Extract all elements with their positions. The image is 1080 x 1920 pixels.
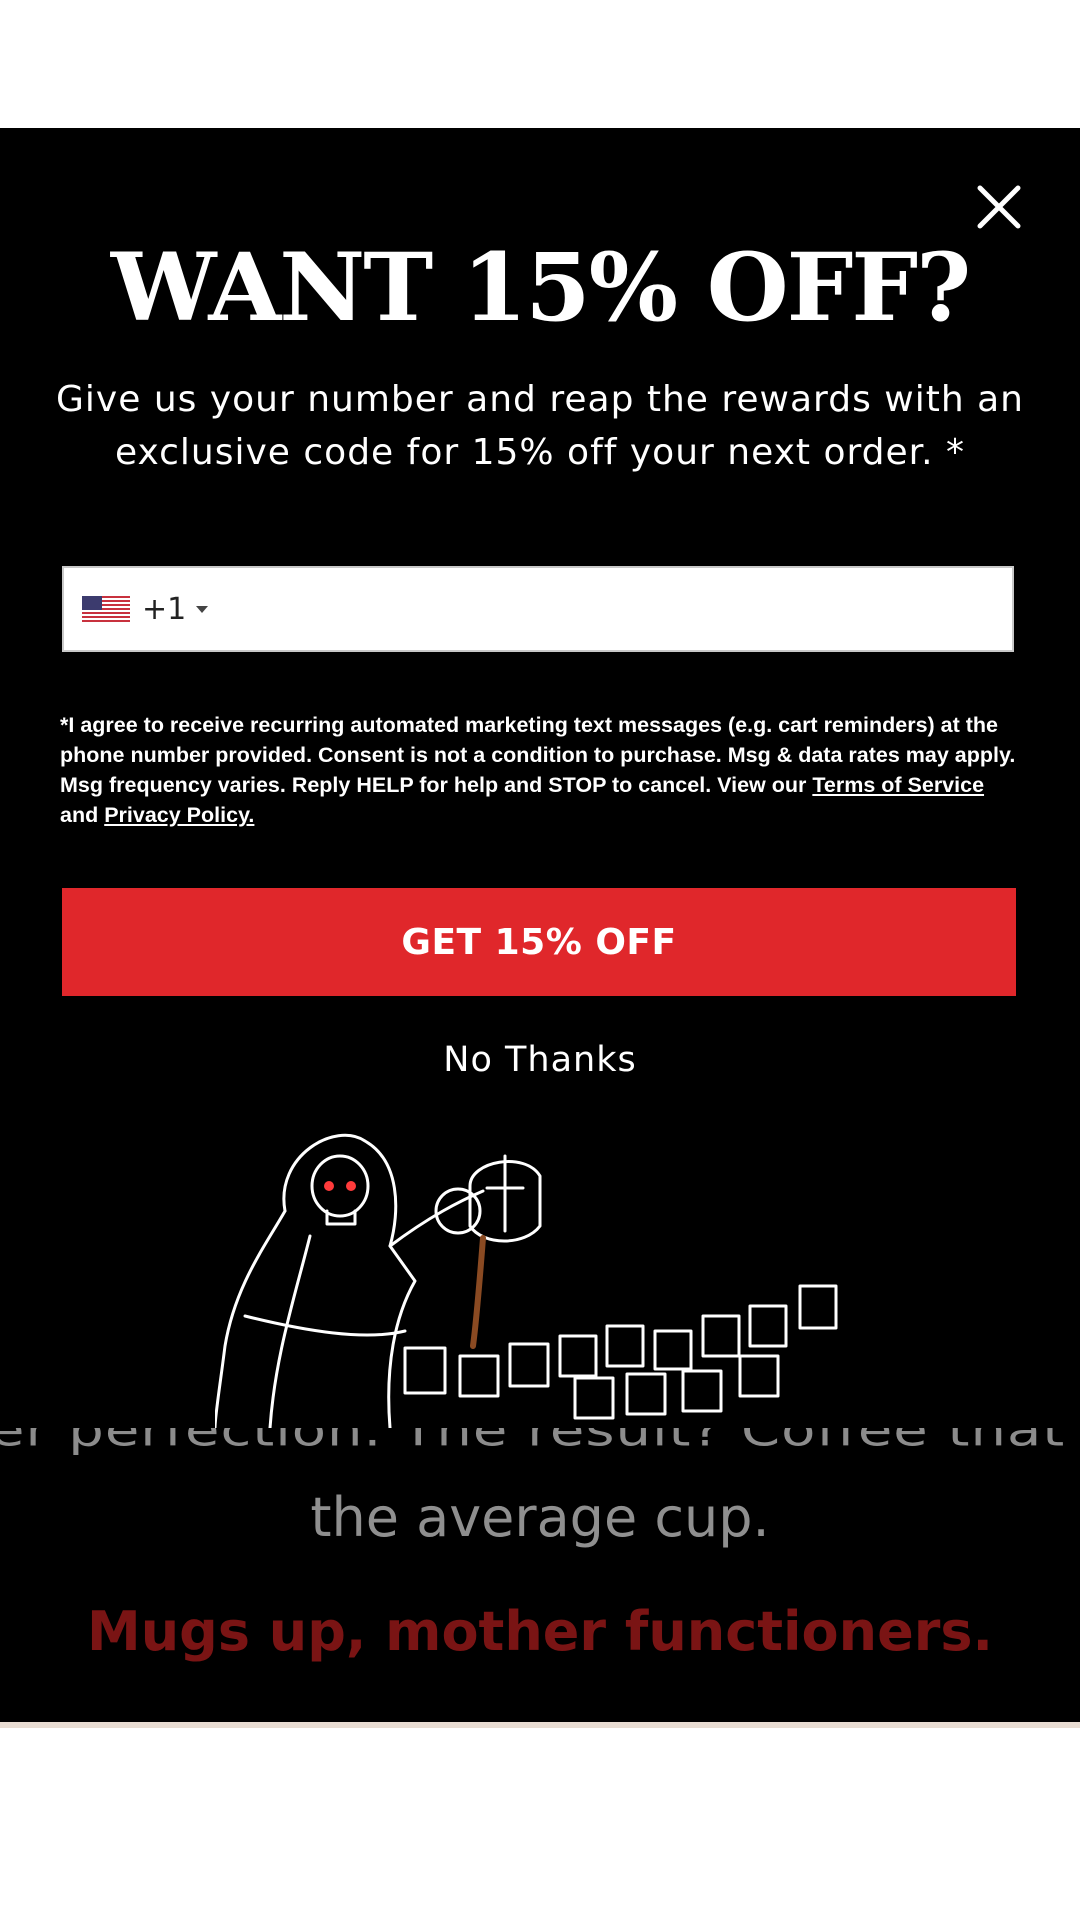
- sms-signup-popup: WANT 15% OFF? Give us your number and re…: [0, 128, 1080, 1428]
- dial-code: +1: [142, 591, 187, 627]
- popup-title: WANT 15% OFF?: [110, 233, 971, 343]
- close-icon: [977, 185, 1021, 229]
- background-body-text: the average cup.: [310, 1486, 770, 1549]
- page-divider: [0, 1722, 1080, 1728]
- get-discount-button[interactable]: GET 15% OFF: [62, 888, 1016, 996]
- chevron-down-icon: [196, 605, 209, 613]
- grim-reaper-pouring-coffee-icon: [215, 1134, 838, 1428]
- close-button[interactable]: [972, 180, 1026, 234]
- us-flag-icon: [82, 596, 130, 622]
- no-thanks-button[interactable]: No Thanks: [0, 1040, 1080, 1080]
- phone-number-field: +1: [62, 566, 1014, 652]
- consent-disclaimer: *I agree to receive recurring automated …: [60, 710, 1020, 830]
- background-tagline: Mugs up, mother functioners.: [86, 1600, 994, 1663]
- phone-input[interactable]: [208, 567, 1012, 651]
- consent-conjunction: and: [60, 803, 105, 827]
- popup-subtitle-text: Give us your number and reap the rewards…: [56, 379, 1024, 473]
- terms-of-service-link[interactable]: Terms of Service: [812, 773, 984, 797]
- popup-subtitle-asterisk: *: [946, 432, 966, 473]
- country-code-select[interactable]: +1: [82, 591, 209, 627]
- privacy-policy-link[interactable]: Privacy Policy.: [104, 803, 254, 827]
- popup-subtitle: Give us your number and reap the rewards…: [50, 373, 1030, 479]
